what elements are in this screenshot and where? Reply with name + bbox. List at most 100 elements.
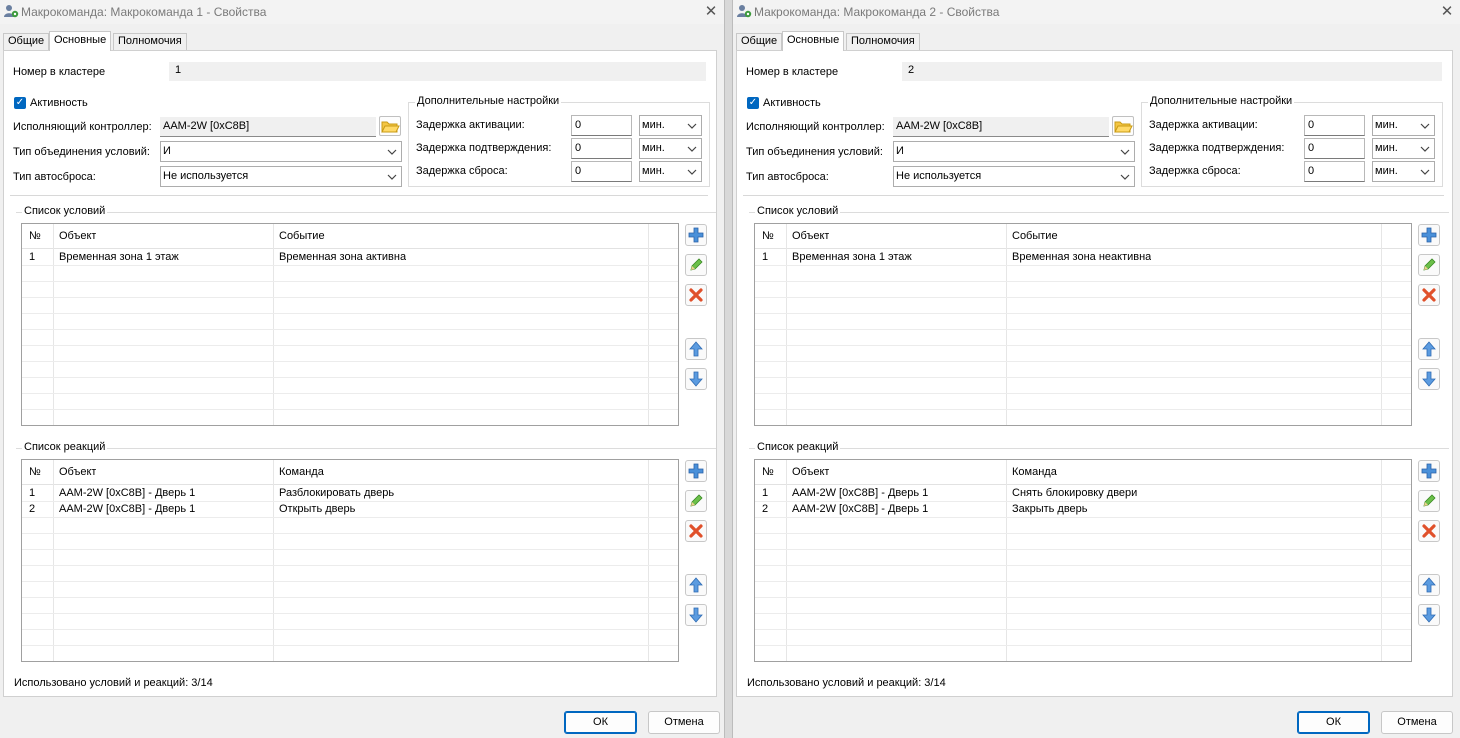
tab-main[interactable]: Основные xyxy=(782,31,845,51)
close-icon: ✕ xyxy=(704,3,718,20)
confirmation-delay-input[interactable]: 0 xyxy=(571,138,632,159)
controller-field: AAM-2W [0xC8B] xyxy=(893,117,1109,137)
arrow-down-icon xyxy=(689,371,703,387)
column-object[interactable]: Объект xyxy=(59,466,96,478)
ok-button[interactable]: ОК xyxy=(1297,711,1370,734)
move-reaction-up-button[interactable] xyxy=(1418,574,1440,596)
tab-permissions[interactable]: Полномочия xyxy=(113,33,187,50)
column-object[interactable]: Объект xyxy=(792,466,829,478)
chevron-down-icon xyxy=(1420,146,1430,152)
reset-delay-input[interactable]: 0 xyxy=(1304,161,1365,182)
autoreset-select[interactable]: Не используется xyxy=(160,166,402,187)
row-object: Временная зона 1 этаж xyxy=(792,251,912,263)
column-command[interactable]: Команда xyxy=(1012,466,1057,478)
conditions-title: Список условий xyxy=(22,205,108,217)
title-bar: Макрокоманда: Макрокоманда 1 - Свойства … xyxy=(0,0,724,24)
pencil-icon xyxy=(1423,258,1436,271)
row-command: Закрыть дверь xyxy=(1012,503,1088,515)
reset-delay-unit-select[interactable]: мин. xyxy=(639,161,702,182)
tab-main[interactable]: Основные xyxy=(49,31,112,51)
reset-delay-unit: мин. xyxy=(642,165,665,177)
confirmation-delay-unit-select[interactable]: мин. xyxy=(639,138,702,159)
confirmation-delay-input[interactable]: 0 xyxy=(1304,138,1365,159)
column-event[interactable]: Событие xyxy=(279,230,325,242)
reset-delay-unit-select[interactable]: мин. xyxy=(1372,161,1435,182)
autoreset-select[interactable]: Не используется xyxy=(893,166,1135,187)
row-number: 1 xyxy=(762,251,769,263)
column-number[interactable]: № xyxy=(762,466,774,478)
edit-reaction-button[interactable] xyxy=(1418,490,1440,512)
edit-condition-button[interactable] xyxy=(1418,254,1440,276)
move-condition-up-button[interactable] xyxy=(1418,338,1440,360)
close-button[interactable]: ✕ xyxy=(700,1,722,23)
active-checkbox[interactable]: ✓ xyxy=(747,97,759,109)
cluster-number-field: 1 xyxy=(169,62,706,81)
add-condition-button[interactable] xyxy=(1418,224,1440,246)
edit-condition-button[interactable] xyxy=(685,254,707,276)
close-button[interactable]: ✕ xyxy=(1436,1,1458,23)
column-event[interactable]: Событие xyxy=(1012,230,1058,242)
add-reaction-button[interactable] xyxy=(685,460,707,482)
tab-permissions[interactable]: Полномочия xyxy=(846,33,920,50)
browse-controller-button[interactable] xyxy=(1112,116,1134,136)
confirmation-delay-unit-select[interactable]: мин. xyxy=(1372,138,1435,159)
move-reaction-down-button[interactable] xyxy=(1418,604,1440,626)
add-condition-button[interactable] xyxy=(685,224,707,246)
confirmation-delay-label: Задержка подтверждения: xyxy=(1149,142,1285,154)
confirmation-delay-unit: мин. xyxy=(1375,142,1398,154)
move-condition-down-button[interactable] xyxy=(685,368,707,390)
column-number[interactable]: № xyxy=(762,230,774,242)
delete-condition-button[interactable] xyxy=(685,284,707,306)
properties-window-1: Макрокоманда: Макрокоманда 1 - Свойства … xyxy=(0,0,724,738)
table-row[interactable]: 1 AAM-2W [0xC8B] - Дверь 1 Снять блокиро… xyxy=(755,486,1411,501)
delete-x-icon xyxy=(1422,524,1436,538)
chevron-down-icon xyxy=(1420,169,1430,175)
tab-panel-main: Номер в кластере 1 ✓ Активность Исполняю… xyxy=(3,50,717,697)
delete-x-icon xyxy=(689,288,703,302)
ok-button[interactable]: ОК xyxy=(564,711,637,734)
table-row[interactable]: 1 AAM-2W [0xC8B] - Дверь 1 Разблокироват… xyxy=(22,486,678,501)
activation-delay-unit-select[interactable]: мин. xyxy=(1372,115,1435,136)
move-condition-up-button[interactable] xyxy=(685,338,707,360)
arrow-up-icon xyxy=(689,577,703,593)
condition-type-select[interactable]: И xyxy=(160,141,402,162)
arrow-down-icon xyxy=(1422,371,1436,387)
table-row[interactable]: 1 Временная зона 1 этаж Временная зона а… xyxy=(22,250,678,265)
activation-delay-input[interactable]: 0 xyxy=(1304,115,1365,136)
cluster-label: Номер в кластере xyxy=(13,66,106,78)
move-condition-down-button[interactable] xyxy=(1418,368,1440,390)
table-row[interactable]: 1 Временная зона 1 этаж Временная зона н… xyxy=(755,250,1411,265)
column-number[interactable]: № xyxy=(29,230,41,242)
column-object[interactable]: Объект xyxy=(59,230,96,242)
table-row[interactable]: 2 AAM-2W [0xC8B] - Дверь 1 Закрыть дверь xyxy=(755,503,1411,518)
add-reaction-button[interactable] xyxy=(1418,460,1440,482)
edit-reaction-button[interactable] xyxy=(685,490,707,512)
active-checkbox[interactable]: ✓ xyxy=(14,97,26,109)
tab-general[interactable]: Общие xyxy=(736,33,783,50)
autoreset-value: Не используется xyxy=(163,170,249,182)
delete-reaction-button[interactable] xyxy=(1418,520,1440,542)
folder-icon xyxy=(1114,121,1133,133)
table-row[interactable]: 2 AAM-2W [0xC8B] - Дверь 1 Открыть дверь xyxy=(22,503,678,518)
delete-reaction-button[interactable] xyxy=(685,520,707,542)
browse-controller-button[interactable] xyxy=(379,116,401,136)
tab-general[interactable]: Общие xyxy=(3,33,50,50)
column-object[interactable]: Объект xyxy=(792,230,829,242)
condition-type-select[interactable]: И xyxy=(893,141,1135,162)
extra-settings-title: Дополнительные настройки xyxy=(415,95,562,107)
cancel-button[interactable]: Отмена xyxy=(648,711,720,734)
activation-delay-input[interactable]: 0 xyxy=(571,115,632,136)
activation-delay-unit-select[interactable]: мин. xyxy=(639,115,702,136)
column-number[interactable]: № xyxy=(29,466,41,478)
reset-delay-input[interactable]: 0 xyxy=(571,161,632,182)
move-reaction-up-button[interactable] xyxy=(685,574,707,596)
delete-condition-button[interactable] xyxy=(1418,284,1440,306)
cancel-button[interactable]: Отмена xyxy=(1381,711,1453,734)
column-command[interactable]: Команда xyxy=(279,466,324,478)
cluster-row: Номер в кластере 2 xyxy=(737,60,1452,82)
reactions-title: Список реакций xyxy=(755,441,841,453)
move-reaction-down-button[interactable] xyxy=(685,604,707,626)
reactions-table-header: № Объект Команда xyxy=(22,460,678,485)
cluster-label: Номер в кластере xyxy=(746,66,839,78)
close-icon: ✕ xyxy=(1440,3,1454,20)
